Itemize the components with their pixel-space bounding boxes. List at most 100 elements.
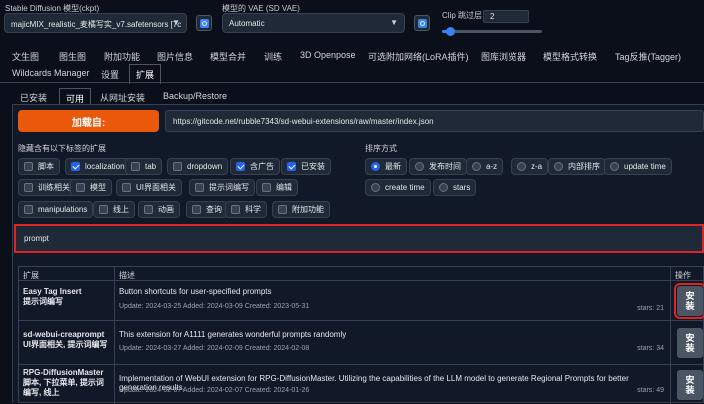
radio-icon[interactable] bbox=[472, 162, 481, 171]
hide-tag-checkbox[interactable]: UI界面相关 bbox=[116, 179, 182, 196]
extension-dates: Update: 2024-02-07 Added: 2024-02-07 Cre… bbox=[119, 387, 310, 394]
checkbox-icon[interactable] bbox=[192, 205, 201, 214]
checkbox-icon[interactable] bbox=[24, 183, 33, 192]
install-button[interactable]: 安装 bbox=[677, 328, 703, 358]
checkbox-icon[interactable] bbox=[71, 162, 80, 171]
hide-tag-checkbox[interactable]: 含广告 bbox=[230, 158, 280, 175]
tab-wildcards-manager[interactable]: Wildcards Manager bbox=[12, 68, 90, 78]
checkbox-icon[interactable] bbox=[231, 205, 240, 214]
hide-tag-label: 科学 bbox=[245, 205, 261, 214]
sort-option-radio[interactable]: create time bbox=[365, 179, 431, 196]
tab-extras[interactable]: 附加功能 bbox=[104, 50, 140, 63]
search-input[interactable]: prompt bbox=[14, 224, 704, 253]
hide-tag-checkbox[interactable]: 编辑 bbox=[256, 179, 298, 196]
checkbox-icon[interactable] bbox=[287, 162, 296, 171]
hide-tag-checkbox[interactable]: dropdown bbox=[167, 158, 229, 175]
extension-tags: UI界面相关, 提示词编写 bbox=[23, 340, 108, 349]
tab-img2img[interactable]: 图生图 bbox=[59, 50, 86, 63]
hide-tag-checkbox[interactable]: 查询 bbox=[186, 201, 228, 218]
checkbox-icon[interactable] bbox=[144, 205, 153, 214]
subtab-backup-restore[interactable]: Backup/Restore bbox=[157, 88, 233, 104]
radio-icon[interactable] bbox=[415, 162, 424, 171]
install-button[interactable]: 安装 bbox=[677, 370, 703, 400]
clip-skip-input[interactable]: 2 bbox=[483, 10, 529, 23]
vae-select[interactable]: Automatic ▼ bbox=[222, 13, 405, 33]
tab-image-browser[interactable]: 图库浏览器 bbox=[481, 50, 526, 63]
extension-stars: stars: 34 bbox=[637, 345, 664, 352]
checkbox-icon[interactable] bbox=[173, 162, 182, 171]
checkbox-icon[interactable] bbox=[195, 183, 204, 192]
header-extension: 扩展 bbox=[19, 267, 115, 281]
tab-settings[interactable]: 设置 bbox=[101, 68, 119, 81]
index-url-input[interactable]: https://gitcode.net/rubble7343/sd-webui-… bbox=[165, 110, 704, 132]
checkbox-icon[interactable] bbox=[24, 162, 33, 171]
hide-tag-checkbox[interactable]: 脚本 bbox=[18, 158, 60, 175]
header-description: 描述 bbox=[115, 267, 671, 281]
hide-tag-label: 模型 bbox=[90, 183, 106, 192]
refresh-icon bbox=[417, 18, 427, 28]
hide-tag-checkbox[interactable]: 训练相关 bbox=[18, 179, 76, 196]
tab-png-info[interactable]: 图片信息 bbox=[157, 50, 193, 63]
extension-name-cell: sd-webui-creaprompt UI界面相关, 提示词编写 bbox=[19, 321, 115, 364]
radio-icon[interactable] bbox=[371, 183, 380, 192]
hide-tag-label: 已安装 bbox=[301, 162, 325, 171]
extensions-table: 扩展 描述 操作 Easy Tag Insert 提示词编写 Button sh… bbox=[18, 266, 704, 404]
chevron-down-icon: ▼ bbox=[390, 18, 398, 27]
checkbox-icon[interactable] bbox=[99, 205, 108, 214]
sort-option-radio[interactable]: 内部排序 bbox=[548, 158, 606, 175]
checkbox-icon[interactable] bbox=[262, 183, 271, 192]
sort-option-radio[interactable]: z-a bbox=[511, 158, 549, 175]
hide-tag-checkbox[interactable]: 已安装 bbox=[281, 158, 331, 175]
hide-tag-checkbox[interactable]: 线上 bbox=[93, 201, 135, 218]
clip-skip-label: Clip 跳过层 bbox=[442, 11, 483, 20]
checkbox-icon[interactable] bbox=[236, 162, 245, 171]
radio-icon[interactable] bbox=[554, 162, 563, 171]
tab-openpose[interactable]: 3D Openpose bbox=[300, 50, 356, 60]
sort-option-radio[interactable]: stars bbox=[433, 179, 477, 196]
checkbox-icon[interactable] bbox=[76, 183, 85, 192]
tab-model-converter[interactable]: 模型格式转换 bbox=[543, 50, 597, 63]
clip-skip-slider[interactable] bbox=[442, 27, 542, 36]
extension-name[interactable]: Easy Tag Insert bbox=[23, 287, 110, 297]
extension-tags: 提示词编写 bbox=[23, 297, 63, 306]
vae-value: Automatic bbox=[229, 19, 265, 28]
hide-tag-checkbox[interactable]: 科学 bbox=[225, 201, 267, 218]
table-row: RPG-DiffusionMaster 脚本, 下拉菜单, 提示词编写, 线上 … bbox=[19, 365, 704, 404]
hide-tag-label: UI界面相关 bbox=[136, 183, 176, 192]
hide-tag-checkbox[interactable]: tab bbox=[125, 158, 163, 175]
extension-dates: Update: 2024-03-27 Added: 2024-02-09 Cre… bbox=[119, 345, 310, 352]
clip-skip-knob[interactable] bbox=[446, 27, 455, 36]
radio-icon[interactable] bbox=[610, 162, 619, 171]
sort-option-radio[interactable]: a-z bbox=[466, 158, 504, 175]
checkbox-icon[interactable] bbox=[24, 205, 33, 214]
extension-name[interactable]: sd-webui-creaprompt bbox=[23, 330, 110, 340]
hide-tag-checkbox[interactable]: 模型 bbox=[70, 179, 112, 196]
install-button[interactable]: 安装 bbox=[674, 283, 704, 319]
hide-tag-checkbox[interactable]: manipulations bbox=[18, 201, 94, 218]
refresh-ckpt-button[interactable] bbox=[196, 15, 212, 31]
load-from-button[interactable]: 加载自: bbox=[18, 110, 159, 132]
checkbox-icon[interactable] bbox=[131, 162, 140, 171]
ckpt-select[interactable]: majicMIX_realistic_麦橘写实_v7.safetensors [… bbox=[4, 13, 187, 33]
checkbox-icon[interactable] bbox=[278, 205, 287, 214]
hide-tag-checkbox[interactable]: 动画 bbox=[138, 201, 180, 218]
tab-checkpoint-merger[interactable]: 模型合并 bbox=[210, 50, 246, 63]
refresh-vae-button[interactable] bbox=[414, 15, 430, 31]
radio-icon[interactable] bbox=[517, 162, 526, 171]
tab-txt2img[interactable]: 文生图 bbox=[12, 50, 39, 63]
tab-extensions[interactable]: 扩展 bbox=[129, 64, 162, 84]
hide-tag-checkbox[interactable]: 附加功能 bbox=[272, 201, 330, 218]
tab-additional-networks[interactable]: 可选附加网络(LoRA插件) bbox=[368, 50, 469, 63]
hide-tag-checkbox[interactable]: localization bbox=[65, 158, 131, 175]
sort-option-radio[interactable]: 发布时间 bbox=[409, 158, 467, 175]
tab-train[interactable]: 训练 bbox=[264, 50, 282, 63]
checkbox-icon[interactable] bbox=[122, 183, 131, 192]
radio-icon[interactable] bbox=[371, 162, 380, 171]
radio-icon[interactable] bbox=[439, 183, 448, 192]
extension-name[interactable]: RPG-DiffusionMaster bbox=[23, 368, 110, 378]
sort-option-radio[interactable]: 最新 bbox=[365, 158, 407, 175]
hide-tag-label: 训练相关 bbox=[38, 183, 70, 192]
hide-tag-checkbox[interactable]: 提示词编写 bbox=[189, 179, 255, 196]
tab-tagger[interactable]: Tag反推(Tagger) bbox=[615, 50, 681, 63]
sort-option-radio[interactable]: update time bbox=[604, 158, 672, 175]
